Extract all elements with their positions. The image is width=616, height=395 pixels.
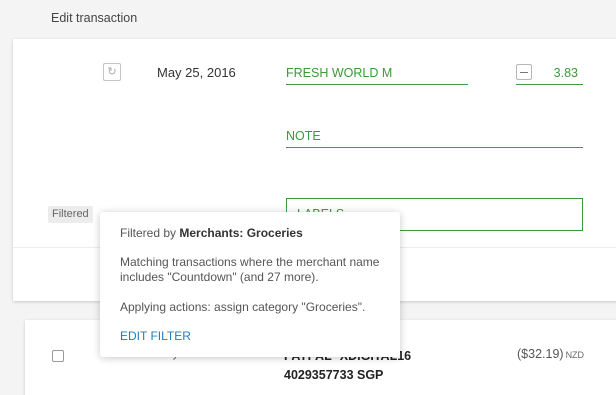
- row-amount-value: ($32.19): [517, 347, 564, 361]
- transaction-date[interactable]: May 25, 2016: [157, 65, 236, 80]
- filter-popover: Filtered by Merchants: Groceries Matchin…: [100, 212, 400, 357]
- row-checkbox[interactable]: [52, 350, 64, 362]
- popover-actions: Applying actions: assign category "Groce…: [120, 300, 366, 314]
- popover-description: Matching transactions where the merchant…: [120, 255, 380, 284]
- amount-field[interactable]: 3.83: [516, 63, 583, 85]
- minus-sign-icon[interactable]: [516, 64, 532, 80]
- popover-title-filter: Merchants: Groceries: [179, 226, 303, 240]
- merchant-field[interactable]: FRESH WORLD M: [286, 63, 468, 85]
- recurring-icon[interactable]: ↻: [103, 63, 121, 81]
- row-amount: ($32.19) NZD: [517, 347, 584, 361]
- page-title: Edit transaction: [51, 11, 138, 25]
- popover-title: Filtered by Merchants: Groceries: [120, 226, 400, 241]
- filtered-badge[interactable]: Filtered: [48, 206, 93, 223]
- edit-filter-link[interactable]: EDIT FILTER: [120, 329, 400, 344]
- row-currency: NZD: [565, 350, 585, 360]
- popover-title-prefix: Filtered by: [120, 226, 177, 240]
- row-description-line2: 4029357733 SGP: [284, 368, 384, 382]
- note-field[interactable]: NOTE: [286, 126, 583, 148]
- amount-value[interactable]: 3.83: [554, 66, 578, 80]
